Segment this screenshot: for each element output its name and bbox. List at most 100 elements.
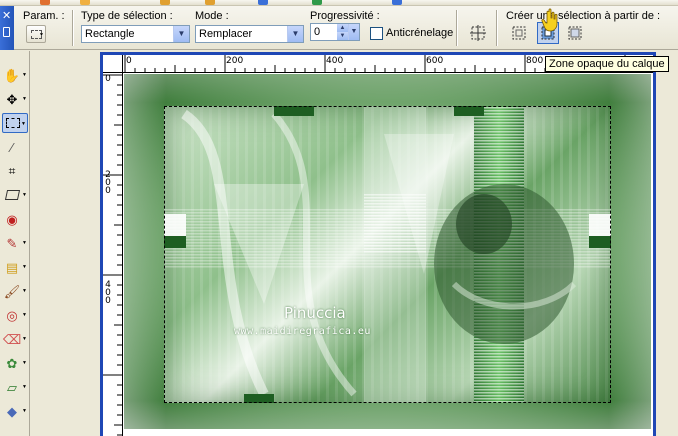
crop-icon: ⌗ xyxy=(8,164,16,178)
chevron-down-icon[interactable]: ▼ xyxy=(22,193,27,198)
custom-selection-icon xyxy=(470,25,486,41)
chevron-down-icon[interactable]: ▼ xyxy=(22,385,27,390)
custom-selection-button[interactable] xyxy=(467,22,489,44)
fill-icon: ◆ xyxy=(7,403,17,419)
tool-red-eye[interactable]: ◉ xyxy=(2,209,28,229)
ruler-label: 0 xyxy=(105,296,111,306)
vertical-ruler: 0 2 0 0 4 0 0 xyxy=(103,73,123,436)
red-eye-icon: ◉ xyxy=(6,211,18,227)
watermark-title: Pinuccia xyxy=(284,304,346,322)
spin-up-icon[interactable]: ▲ xyxy=(337,24,348,32)
toolbar-stub-icon xyxy=(312,0,322,5)
tool-selection[interactable]: ▼ xyxy=(2,113,28,133)
toolbar-stub-icon xyxy=(258,0,268,5)
close-icon[interactable]: ✕ xyxy=(2,9,11,22)
clone-brush-icon: ✎ xyxy=(6,235,18,251)
chevron-down-icon[interactable]: ▼ xyxy=(22,97,27,102)
tool-shape[interactable]: ▱ ▼ xyxy=(2,377,28,397)
selection-marquee xyxy=(164,106,611,403)
antialias-checkbox[interactable] xyxy=(370,27,383,40)
chevron-down-icon[interactable]: ▼ xyxy=(22,337,27,342)
picture-tube-icon: ✿ xyxy=(6,355,18,371)
ruler-label: 0 xyxy=(126,56,132,66)
chevron-down-icon[interactable]: ▼ xyxy=(22,289,27,294)
move-arrows-icon: ✥ xyxy=(6,91,18,107)
antialias-label: Anticrénelage xyxy=(386,27,454,39)
create-from-mask-button[interactable] xyxy=(564,22,586,44)
tool-picture-tube[interactable]: ✿ ▼ xyxy=(2,353,28,373)
presets-button[interactable]: ▼ xyxy=(26,25,46,43)
image-window[interactable]: 0 200 400 600 800 0 2 0 0 4 0 0 Pinuccia… xyxy=(100,52,656,436)
tool-eraser[interactable]: ⌫ ▼ xyxy=(2,329,28,349)
mode-value: Remplacer xyxy=(199,28,253,40)
chevron-down-icon: ▼ xyxy=(39,32,44,38)
spin-dropdown-icon[interactable]: ▼ xyxy=(348,24,359,40)
chevron-down-icon[interactable]: ▼ xyxy=(22,265,27,270)
selection-type-dropdown[interactable]: Rectangle ▼ xyxy=(81,25,190,43)
hand-cursor-icon xyxy=(541,8,558,32)
tool-target[interactable]: ◎ ▼ xyxy=(2,305,28,325)
chevron-down-icon[interactable]: ▼ xyxy=(22,241,27,246)
tool-crop[interactable]: ⌗ xyxy=(2,161,28,181)
vertical-ruler-ticks xyxy=(103,74,122,436)
watermark-url: www.maidiregrafica.eu xyxy=(234,326,371,337)
tool-move[interactable]: ✥ ▼ xyxy=(2,89,28,109)
tool-clone[interactable]: ✎ ▼ xyxy=(2,233,28,253)
mask-selection-icon xyxy=(568,26,582,40)
ruler-label: 800 xyxy=(526,56,544,66)
chevron-down-icon[interactable]: ▼ xyxy=(22,73,27,78)
chevron-down-icon[interactable]: ▼ xyxy=(287,26,303,42)
deform-icon xyxy=(4,187,20,203)
image-canvas[interactable]: Pinuccia www.maidiregrafica.eu xyxy=(124,74,651,429)
params-label: Param. : xyxy=(23,10,65,22)
tool-deform[interactable]: ▼ xyxy=(2,185,28,205)
separator xyxy=(456,10,458,46)
chevron-down-icon[interactable]: ▼ xyxy=(21,122,26,127)
progressivite-spinner[interactable]: 0 ▲ ▼ ▼ xyxy=(310,23,360,41)
ruler-label: 0 xyxy=(105,74,111,84)
progressivite-label: Progressivité : xyxy=(310,10,380,22)
separator xyxy=(72,10,74,46)
pan-hand-icon: ✋ xyxy=(3,67,21,83)
ruler-label: 600 xyxy=(426,56,444,66)
chevron-down-icon[interactable]: ▼ xyxy=(22,313,27,318)
mode-label: Mode : xyxy=(195,10,229,22)
tools-palette: ✋ ▼ ✥ ▼ ▼ ⁄ ⌗ ▼ ◉ ✎ ▼ ▤ ▼ 🖌 ▼ ◎ ▼ ⌫ ▼ ✿ ▼ ▱ ▼ ◆ ▼ xyxy=(0,51,30,436)
shape-icon: ▱ xyxy=(7,379,17,395)
spin-down-icon[interactable]: ▼ xyxy=(337,32,348,40)
palette-titlebar[interactable]: ✕ xyxy=(0,6,14,50)
toolbar-stub-icon xyxy=(392,0,402,5)
ruler-corner xyxy=(103,55,123,73)
tool-options-palette: ✕ Param. : ▼ Type de sélection : Rectang… xyxy=(0,6,678,50)
paint-brush-icon: 🖌 xyxy=(3,283,21,299)
document-selection-icon xyxy=(512,26,526,40)
toolbar-stub-icon xyxy=(205,0,215,5)
eraser-icon: ⌫ xyxy=(2,331,22,347)
toolbar-stub-icon xyxy=(80,0,90,5)
target-icon: ◎ xyxy=(6,307,18,323)
tool-lighten[interactable]: ▤ ▼ xyxy=(2,257,28,277)
create-from-label: Créer une sélection à partir de : xyxy=(506,10,661,22)
selection-rect-icon xyxy=(5,115,21,131)
mode-dropdown[interactable]: Remplacer ▼ xyxy=(195,25,304,43)
eyedropper-icon: ⁄ xyxy=(10,139,14,155)
pin-icon[interactable] xyxy=(3,27,10,37)
separator xyxy=(496,10,498,46)
progressivite-value: 0 xyxy=(314,26,321,38)
tool-fill[interactable]: ◆ ▼ xyxy=(2,401,28,421)
chevron-down-icon[interactable]: ▼ xyxy=(22,361,27,366)
chevron-down-icon[interactable]: ▼ xyxy=(173,26,189,42)
lighten-icon: ▤ xyxy=(5,259,19,275)
toolbar-stub-icon xyxy=(160,0,170,5)
chevron-down-icon[interactable]: ▼ xyxy=(22,409,27,414)
create-from-document-button[interactable] xyxy=(508,22,530,44)
tool-paintbrush[interactable]: 🖌 ▼ xyxy=(2,281,28,301)
selection-type-value: Rectangle xyxy=(85,28,135,40)
tooltip: Zone opaque du calque xyxy=(545,56,669,72)
ruler-label: 400 xyxy=(326,56,344,66)
ruler-label: 200 xyxy=(226,56,244,66)
selection-type-label: Type de sélection : xyxy=(81,10,173,22)
tool-pan[interactable]: ✋ ▼ xyxy=(2,65,28,85)
tool-eyedropper[interactable]: ⁄ xyxy=(2,137,28,157)
toolbar-stub-icon xyxy=(40,0,50,5)
